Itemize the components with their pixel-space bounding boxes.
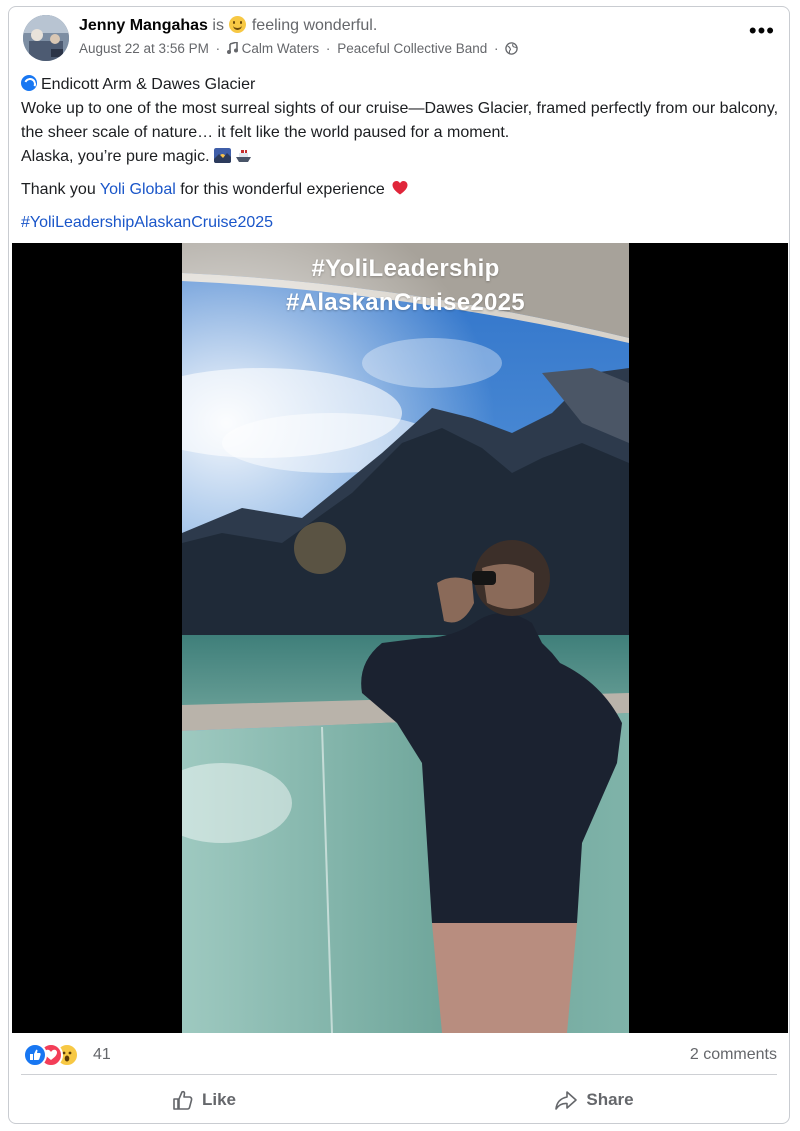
divider: [21, 1074, 777, 1075]
hashtag-link[interactable]: #YoliLeadershipAlaskanCruise2025: [21, 211, 781, 235]
more-options-button[interactable]: •••: [749, 20, 775, 42]
sunrise-emoji-icon: [213, 148, 231, 163]
music-note-icon: [226, 40, 238, 54]
post-text: Endicott Arm & Dawes Glacier Woke up to …: [21, 73, 781, 235]
music-artist[interactable]: Peaceful Collective Band: [337, 41, 487, 56]
video-frame: #YoliLeadership #AlaskanCruise2025: [182, 243, 629, 1033]
separator: ·: [325, 41, 331, 56]
glacier-photo: [182, 243, 629, 1033]
thanks-line: Thank you Yoli Global for this wonderful…: [21, 178, 781, 202]
body-line-2-wrap: Alaska, you’re pure magic.: [21, 145, 781, 169]
video-overlay-hashtag-1: #YoliLeadership: [311, 255, 500, 282]
post-video[interactable]: #YoliLeadership #AlaskanCruise2025: [12, 243, 788, 1033]
location-line: Endicott Arm & Dawes Glacier: [21, 73, 781, 97]
separator: ·: [215, 41, 221, 56]
heart-icon: [392, 181, 408, 195]
share-button[interactable]: Share: [399, 1080, 789, 1120]
location-text: Endicott Arm & Dawes Glacier: [41, 76, 256, 93]
video-overlay-hashtag-2: #AlaskanCruise2025: [286, 289, 525, 316]
thumbs-up-icon: [173, 1090, 193, 1110]
comments-count-link[interactable]: 2 comments: [690, 1046, 777, 1064]
reaction-count: 41: [93, 1046, 111, 1063]
body-line-2: Alaska, you’re pure magic.: [21, 148, 210, 165]
ship-emoji-icon: [236, 150, 252, 162]
like-button[interactable]: Like: [9, 1080, 399, 1120]
post-date[interactable]: August 22 at 3:56 PM: [79, 41, 209, 56]
feeling-smile-icon: [229, 16, 247, 33]
post-meta: August 22 at 3:56 PM · Calm Waters · Pea…: [79, 40, 519, 56]
share-label: Share: [586, 1090, 634, 1109]
share-arrow-icon: [555, 1091, 578, 1110]
post-author-line: Jenny Mangahas is feeling wonderful.: [79, 16, 377, 35]
is-text: is: [212, 17, 224, 34]
globe-icon[interactable]: [505, 42, 519, 55]
separator: ·: [494, 41, 499, 56]
like-icon: [23, 1043, 47, 1067]
yoli-global-link[interactable]: Yoli Global: [100, 181, 176, 198]
feeling-text: feeling wonderful.: [251, 17, 378, 34]
author-name[interactable]: Jenny Mangahas: [79, 17, 208, 34]
wave-icon: [21, 75, 37, 91]
thanks-suffix: for this wonderful experience: [180, 181, 385, 198]
music-title[interactable]: Calm Waters: [242, 41, 320, 56]
post-card: Jenny Mangahas is feeling wonderful. Aug…: [8, 6, 790, 1124]
thanks-prefix: Thank you: [21, 181, 96, 198]
avatar[interactable]: [23, 15, 69, 61]
like-label: Like: [201, 1090, 237, 1109]
body-line-1: Woke up to one of the most surreal sight…: [21, 100, 779, 141]
